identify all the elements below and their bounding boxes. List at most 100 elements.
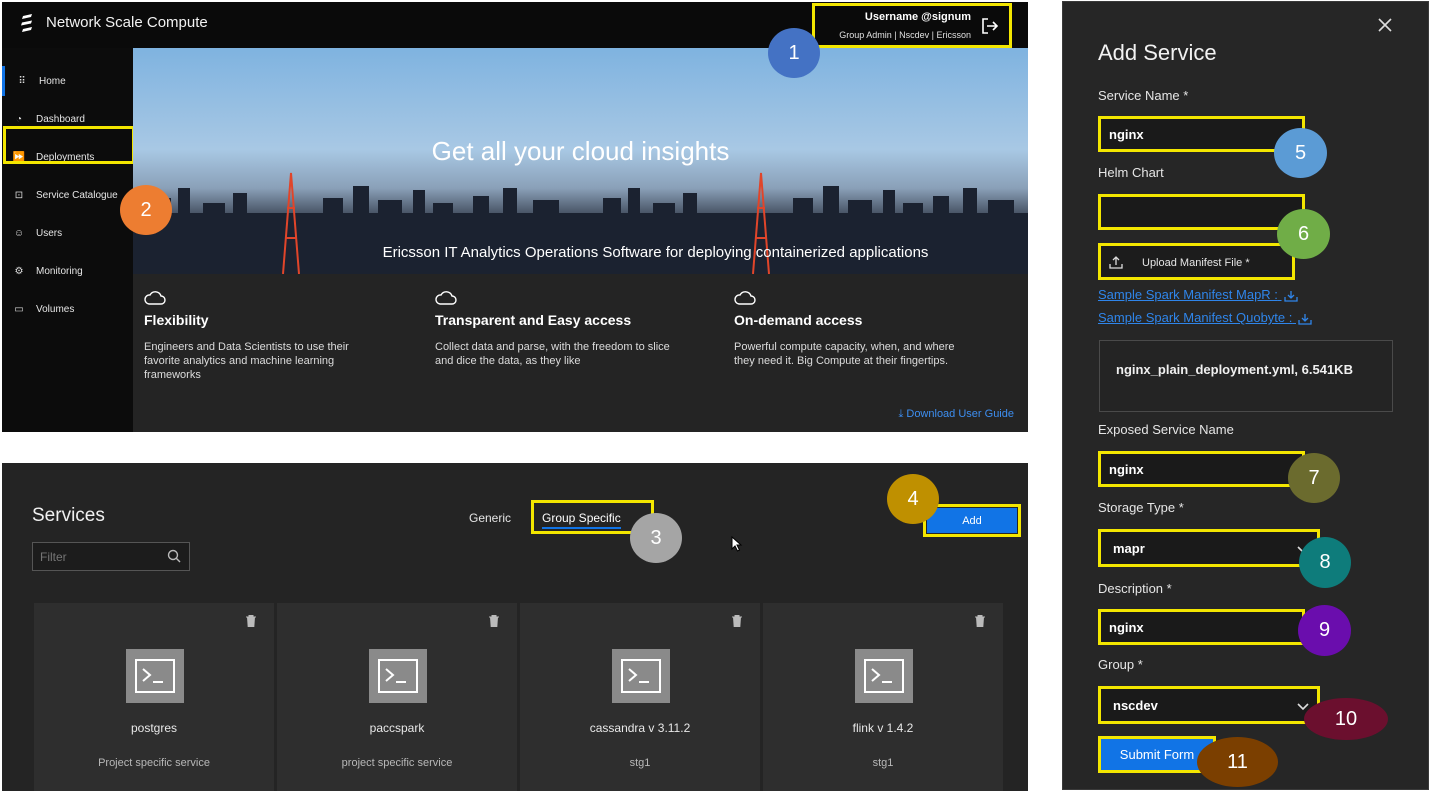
upload-icon [1109,256,1123,269]
feature-desc: Powerful compute capacity, when, and whe… [734,341,955,367]
sidebar-item-label: Service Catalogue [36,189,118,201]
sidebar-item-users[interactable]: ☺ Users [2,218,133,248]
sidebar-item-label: Users [36,227,63,239]
terminal-icon [612,649,670,703]
exposed-service-input[interactable] [1098,451,1305,487]
upload-label: Upload Manifest File * [1142,257,1250,269]
feature-on-demand: On-demand access Powerful compute capaci… [734,290,974,368]
highlight-box [3,126,135,164]
download-guide-label: Download User Guide [906,408,1014,420]
tab-group-specific[interactable]: Group Specific [542,511,621,529]
download-icon [1298,313,1312,325]
helm-chart-input[interactable] [1098,194,1305,230]
callout-badge: 9 [1298,605,1351,656]
service-name-label: Service Name * [1098,88,1189,103]
hero-subtitle: Ericsson IT Analytics Operations Softwar… [382,244,929,261]
user-role: Group Admin | Nscdev | Ericsson [839,30,971,40]
close-icon[interactable] [1378,18,1392,32]
ericsson-logo-icon [21,14,32,32]
hero-title: Get all your cloud insights [431,136,730,166]
feature-flexibility: Flexibility Engineers and Data Scientist… [144,290,384,382]
sidebar-item-label: Dashboard [36,113,85,125]
search-icon [167,549,181,563]
sample-quobyte-label: Sample Spark Manifest Quobyte : [1098,310,1293,325]
trash-icon[interactable] [975,615,985,627]
terminal-icon [855,649,913,703]
feature-title: Transparent and Easy access [435,312,632,328]
service-desc: project specific service [341,757,453,769]
storage-type-select[interactable]: mapr [1098,529,1320,567]
callout-badge: 7 [1288,453,1340,503]
callout-badge: 11 [1197,737,1278,787]
hero-banner: Get all your cloud insights Ericsson IT … [133,48,1028,274]
download-user-guide-link[interactable]: ⤓ Download User Guide [898,408,1014,421]
sidebar-item-label: Home [39,75,66,87]
callout-badge: 6 [1277,209,1330,259]
filter-field[interactable] [32,542,190,571]
group-label: Group * [1098,657,1143,672]
sidebar: ⠿ Home ◔ Dashboard ⏩ Deployments ⊡ Servi… [2,48,133,432]
terminal-icon [369,649,427,703]
cloud-icon [144,291,166,305]
uploaded-file-info: nginx_plain_deployment.yml, 6.541KB [1099,340,1393,412]
service-card-cassandra[interactable]: cassandra v 3.11.2 stg1 [520,603,760,791]
folder-icon: ▭ [14,303,24,315]
callout-badge: 10 [1304,698,1388,740]
service-name: flink v 1.4.2 [852,721,914,735]
feature-title: On-demand access [734,312,863,328]
upload-manifest-button[interactable]: Upload Manifest File * [1098,243,1295,280]
callout-badge: 8 [1299,537,1351,588]
cloud-icon [734,291,756,305]
add-button[interactable]: Add [927,508,1017,533]
feature-desc: Engineers and Data Scientists to use the… [144,341,349,381]
app-header: Network Scale Compute Username @signum G… [2,2,1028,48]
mouse-cursor-icon [731,536,743,552]
sidebar-item-label: Volumes [36,303,75,315]
trash-icon[interactable] [489,615,499,627]
sidebar-item-label: Monitoring [36,265,83,277]
service-card-paccspark[interactable]: paccspark project specific service [277,603,517,791]
sidebar-item-monitoring[interactable]: ⚙ Monitoring [2,256,133,286]
description-input[interactable] [1098,609,1305,645]
exposed-service-label: Exposed Service Name [1098,422,1234,437]
feature-desc: Collect data and parse, with the freedom… [435,341,670,367]
sample-mapr-label: Sample Spark Manifest MapR : [1098,287,1278,302]
sample-quobyte-link[interactable]: Sample Spark Manifest Quobyte : [1098,310,1312,325]
service-name: postgres [130,721,178,735]
service-name: paccspark [369,721,425,735]
download-icon [1283,290,1298,302]
user-info[interactable]: Username @signum Group Admin | Nscdev | … [812,3,1012,48]
sample-mapr-link[interactable]: Sample Spark Manifest MapR : [1098,287,1298,302]
app-title: Network Scale Compute [46,14,208,31]
description-label: Description * [1098,581,1172,596]
trash-icon[interactable] [732,615,742,627]
sidebar-item-service-catalogue[interactable]: ⊡ Service Catalogue [2,180,133,210]
group-value: nscdev [1113,697,1158,713]
storage-type-value: mapr [1113,540,1145,556]
services-panel: Services Generic Group Specific Add post… [2,463,1028,791]
callout-badge: 3 [630,513,682,563]
feature-transparent-access: Transparent and Easy access Collect data… [435,290,675,368]
service-desc: stg1 [872,757,894,769]
callout-badge: 4 [887,474,939,524]
callout-badge: 1 [768,28,820,78]
helm-chart-label: Helm Chart [1098,165,1164,180]
cloud-icon [435,291,457,305]
callout-badge: 2 [120,185,172,235]
monitor-icon: ⚙ [14,265,24,277]
tab-generic[interactable]: Generic [469,511,511,525]
file-name: nginx_plain_deployment.yml, 6.541KB [1116,362,1353,377]
service-card-postgres[interactable]: postgres Project specific service [34,603,274,791]
add-service-dialog: Add Service Service Name * Helm Chart Up… [1062,1,1429,790]
service-card-flink[interactable]: flink v 1.4.2 stg1 [763,603,1003,791]
sidebar-item-volumes[interactable]: ▭ Volumes [2,294,133,324]
trash-icon[interactable] [246,615,256,627]
group-select[interactable]: nscdev [1098,686,1320,724]
grid-icon: ⠿ [18,75,26,87]
user-name: Username @signum [864,11,971,23]
filter-input[interactable] [33,543,163,570]
download-icon: ⤓ [898,408,904,420]
logout-icon[interactable] [981,17,999,35]
sidebar-item-home[interactable]: ⠿ Home [2,66,133,96]
page-title: Services [32,505,105,526]
